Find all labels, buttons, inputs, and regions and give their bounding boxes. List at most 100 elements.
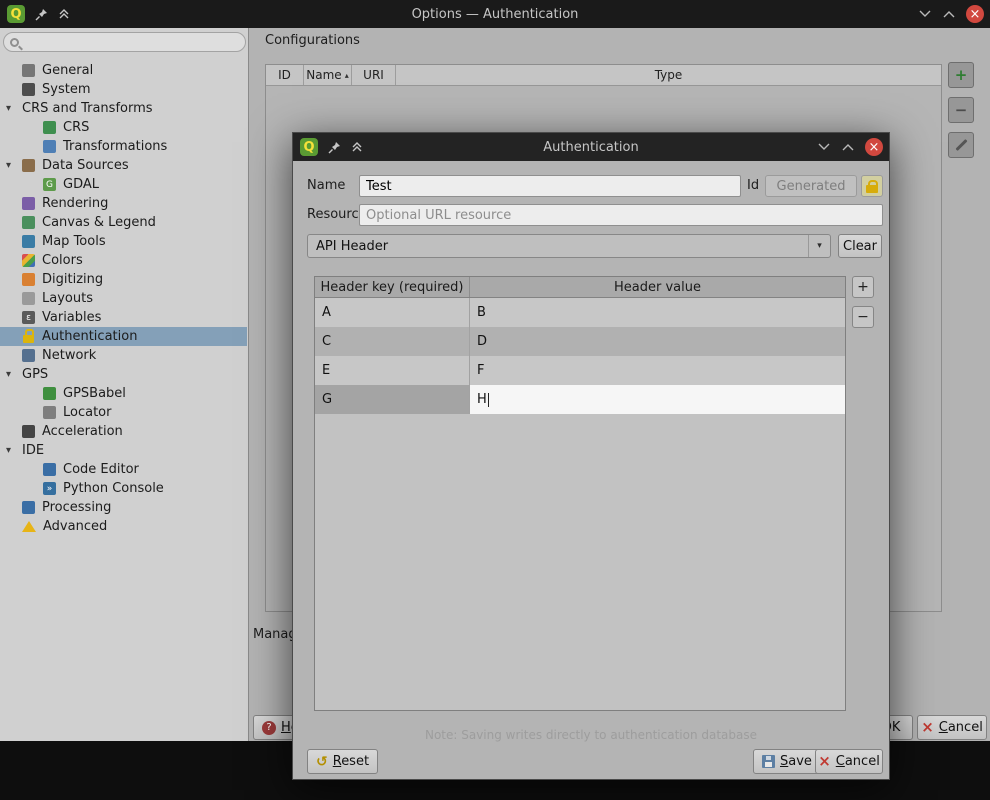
- id-generated-button[interactable]: Generated: [765, 175, 857, 197]
- map-tools-icon: [22, 235, 35, 248]
- expander-down-icon[interactable]: ▾: [6, 369, 22, 380]
- config-column-type[interactable]: Type: [396, 65, 941, 85]
- configurations-heading: Configurations: [265, 33, 360, 48]
- sidebar-item-variables[interactable]: εVariables: [0, 308, 247, 327]
- sidebar-item-ide[interactable]: ▾IDE: [0, 441, 247, 460]
- sidebar-item-label: System: [42, 82, 90, 97]
- sidebar-item-gpsbabel[interactable]: GPSBabel: [0, 384, 247, 403]
- digitizing-icon: [22, 273, 35, 286]
- colors-icon: [22, 254, 35, 267]
- pin-icon[interactable]: [327, 140, 341, 154]
- sidebar-item-network[interactable]: Network: [0, 346, 247, 365]
- sidebar-item-transformations[interactable]: Transformations: [0, 137, 247, 156]
- collapse-all-icon[interactable]: [350, 140, 364, 154]
- sidebar-item-system[interactable]: System: [0, 80, 247, 99]
- rendering-icon: [22, 197, 35, 210]
- warning-icon: [22, 521, 36, 532]
- locator-icon: [43, 406, 56, 419]
- sidebar-item-gps[interactable]: ▾GPS: [0, 365, 247, 384]
- header-key-cell[interactable]: A: [315, 298, 470, 327]
- header-key-cell[interactable]: C: [315, 327, 470, 356]
- auth-method-select[interactable]: API Header ▾: [307, 234, 831, 258]
- header-row[interactable]: CD: [315, 327, 845, 356]
- clear-button-label: Clear: [843, 239, 877, 254]
- header-key-cell[interactable]: E: [315, 356, 470, 385]
- add-configuration-button[interactable]: +: [948, 62, 974, 88]
- options-search-input[interactable]: [19, 35, 245, 49]
- name-input[interactable]: [359, 175, 741, 197]
- sidebar-item-label: GDAL: [63, 177, 99, 192]
- sidebar-item-canvas-legend[interactable]: Canvas & Legend: [0, 213, 247, 232]
- header-key-cell[interactable]: G: [315, 385, 470, 414]
- add-header-button[interactable]: +: [852, 276, 874, 298]
- header-row[interactable]: EF: [315, 356, 845, 385]
- close-window-button[interactable]: ×: [966, 5, 984, 23]
- canvas-legend-icon: [22, 216, 35, 229]
- header-value-cell[interactable]: D: [470, 327, 845, 356]
- sidebar-item-crs-and-transforms[interactable]: ▾CRS and Transforms: [0, 99, 247, 118]
- header-key-column[interactable]: Header key (required): [315, 277, 470, 297]
- reset-button[interactable]: ↺ Reset: [307, 749, 378, 774]
- shade-window-icon[interactable]: [918, 7, 932, 21]
- close-dialog-button[interactable]: ×: [865, 138, 883, 156]
- python-console-icon: »: [43, 482, 56, 495]
- sidebar-item-authentication[interactable]: Authentication: [0, 327, 247, 346]
- authentication-dialog: Q Authentication × Name Id: [292, 132, 890, 780]
- expander-down-icon[interactable]: ▾: [6, 103, 22, 114]
- cancel-button[interactable]: × Cancel: [917, 715, 987, 740]
- config-column-name[interactable]: Name▴: [304, 65, 352, 85]
- sidebar-item-map-tools[interactable]: Map Tools: [0, 232, 247, 251]
- sidebar-item-acceleration[interactable]: Acceleration: [0, 422, 247, 441]
- expander-down-icon[interactable]: ▾: [6, 445, 22, 456]
- clear-button[interactable]: Clear: [838, 234, 882, 258]
- expander-down-icon[interactable]: ▾: [6, 160, 22, 171]
- sidebar-item-layouts[interactable]: Layouts: [0, 289, 247, 308]
- dialog-cancel-button[interactable]: × Cancel: [815, 749, 883, 774]
- maximize-window-icon[interactable]: [942, 7, 956, 21]
- shade-window-icon[interactable]: [817, 140, 831, 154]
- sidebar-item-crs[interactable]: CRS: [0, 118, 247, 137]
- config-column-id[interactable]: ID: [266, 65, 304, 85]
- header-value-cell[interactable]: H: [470, 385, 845, 414]
- sidebar-item-gdal[interactable]: GGDAL: [0, 175, 247, 194]
- sidebar-item-locator[interactable]: Locator: [0, 403, 247, 422]
- header-table-body[interactable]: ABCDEFGH: [315, 298, 845, 414]
- remove-configuration-button[interactable]: −: [948, 97, 974, 123]
- sidebar-item-label: GPSBabel: [63, 386, 126, 401]
- sidebar-item-advanced[interactable]: Advanced: [0, 517, 247, 536]
- sidebar-item-processing[interactable]: Processing: [0, 498, 247, 517]
- options-search[interactable]: [3, 32, 246, 52]
- sidebar-item-colors[interactable]: Colors: [0, 251, 247, 270]
- header-value-column[interactable]: Header value: [470, 277, 845, 297]
- edit-configuration-button[interactable]: [948, 132, 974, 158]
- header-row[interactable]: GH: [315, 385, 845, 414]
- sort-ascending-icon: ▴: [345, 71, 349, 80]
- remove-header-button[interactable]: −: [852, 306, 874, 328]
- sidebar-item-label: Map Tools: [42, 234, 106, 249]
- config-column-uri[interactable]: URI: [352, 65, 396, 85]
- gear-icon: [22, 64, 35, 77]
- sidebar-item-label: Colors: [42, 253, 83, 268]
- header-row[interactable]: AB: [315, 298, 845, 327]
- options-titlebar[interactable]: Q Options — Authentication ×: [0, 0, 990, 28]
- sidebar-item-label: Python Console: [63, 481, 164, 496]
- sidebar-item-rendering[interactable]: Rendering: [0, 194, 247, 213]
- sidebar-item-code-editor[interactable]: Code Editor: [0, 460, 247, 479]
- cancel-button-label: Cancel: [939, 720, 983, 735]
- sidebar-item-python-console[interactable]: » Python Console: [0, 479, 247, 498]
- system-icon: [22, 83, 35, 96]
- sidebar-item-digitizing[interactable]: Digitizing: [0, 270, 247, 289]
- authentication-titlebar[interactable]: Q Authentication ×: [293, 133, 889, 161]
- id-lock-button[interactable]: [861, 175, 883, 197]
- name-label: Name: [307, 175, 345, 197]
- collapse-all-icon[interactable]: [57, 7, 71, 21]
- sidebar-item-general[interactable]: General: [0, 61, 247, 80]
- header-value-cell[interactable]: F: [470, 356, 845, 385]
- pin-icon[interactable]: [34, 7, 48, 21]
- sidebar-item-data-sources[interactable]: ▾Data Sources: [0, 156, 247, 175]
- save-button[interactable]: Save: [753, 749, 821, 774]
- resource-input[interactable]: [359, 204, 883, 226]
- header-value-cell[interactable]: B: [470, 298, 845, 327]
- maximize-window-icon[interactable]: [841, 140, 855, 154]
- header-table[interactable]: Header key (required)Header value ABCDEF…: [314, 276, 846, 711]
